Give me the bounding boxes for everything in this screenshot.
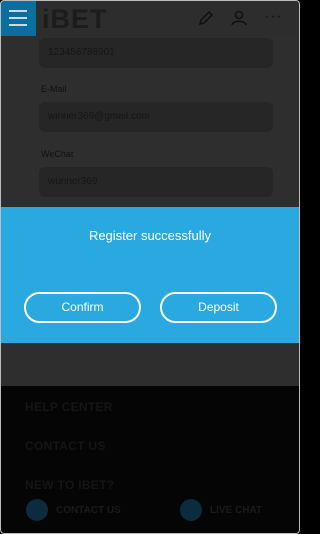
email-field[interactable]: winner369@gmail.com [39, 102, 273, 132]
menu-icon-line [9, 24, 27, 26]
live-chat-label: LIVE CHAT [210, 504, 263, 516]
confirm-button[interactable]: Confirm [24, 292, 141, 323]
email-label: E-Mail [41, 84, 67, 94]
success-dialog: Register successfully Confirm Deposit [0, 207, 300, 343]
new-to-ibet-link[interactable]: NEW TO IBET? [25, 478, 114, 492]
contact-us-link[interactable]: CONTACT US [25, 439, 106, 453]
app-screen: iBET ··· 123456788901 E-Mail winner369@g… [0, 0, 300, 534]
more-icon[interactable]: ··· [264, 8, 284, 28]
chat-icon [180, 499, 202, 521]
user-icon[interactable] [229, 8, 249, 28]
top-header: iBET ··· [0, 0, 300, 36]
menu-button[interactable] [0, 0, 36, 36]
phone-field[interactable]: 123456788901 [39, 38, 273, 68]
menu-icon-line [9, 10, 27, 12]
edit-icon[interactable] [196, 8, 216, 28]
contact-us-label: CONTACT US [56, 504, 121, 516]
wechat-field[interactable]: wunner369 [39, 167, 273, 197]
deposit-button[interactable]: Deposit [160, 292, 277, 323]
live-chat-button[interactable]: LIVE CHAT [180, 499, 262, 521]
menu-icon-line [9, 17, 27, 19]
contact-icon [26, 499, 48, 521]
contact-us-button[interactable]: CONTACT US [26, 499, 121, 521]
dialog-title: Register successfully [88, 228, 212, 243]
wechat-label: WeChat [41, 149, 74, 159]
help-center-link[interactable]: HELP CENTER [25, 400, 113, 414]
brand-logo[interactable]: iBET [42, 4, 108, 35]
